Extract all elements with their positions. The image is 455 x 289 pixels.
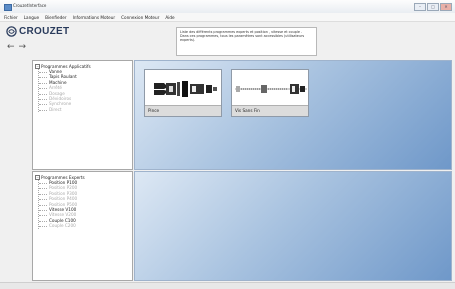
application-window: CrouzetInterface – □ ✕ Fichier Langue Bi…	[0, 0, 455, 289]
menu-connexion-moteur[interactable]: Connexion Moteur	[121, 13, 159, 21]
collapse-toggle-icon[interactable]: −	[35, 175, 40, 180]
applications-content-area: Pince Vis Sans Fin	[134, 60, 452, 170]
gripper-image	[146, 71, 220, 106]
worm-screw-image	[233, 71, 307, 106]
crouzet-logo-icon	[6, 26, 17, 37]
tree-item[interactable]: Couple C200	[39, 223, 130, 228]
menu-bienfieder[interactable]: Bienfieder	[45, 13, 66, 21]
program-card-vis-sans-fin[interactable]: Vis Sans Fin	[231, 69, 309, 117]
description-line-2: Dans ces programmes, tous les paramètres…	[180, 34, 305, 43]
window-title: CrouzetInterface	[13, 3, 47, 8]
menu-bar: Fichier Langue Bienfieder Informations M…	[0, 13, 455, 22]
brand-logo: CROUZET	[6, 26, 69, 37]
maximize-button[interactable]: □	[427, 3, 439, 11]
experts-tree: − Programmes Experts Position P100 Positi…	[33, 172, 132, 231]
navigation-arrows: ← →	[7, 42, 26, 52]
experts-content-area	[134, 171, 452, 281]
collapse-toggle-icon[interactable]: −	[35, 64, 40, 69]
applications-tree: − Programmes Applicatifs Vanne Tapis Roul…	[33, 61, 132, 114]
menu-aide[interactable]: Aide	[165, 13, 174, 21]
arrow-right-icon[interactable]: →	[19, 42, 27, 52]
menu-fichier[interactable]: Fichier	[4, 13, 18, 21]
apps-list: Vanne Tapis Roulant Machine Arrêté Dosage Dév…	[38, 69, 130, 113]
brand-name: CROUZET	[19, 26, 70, 37]
card-label: Pince	[145, 105, 221, 116]
applications-tree-panel: − Programmes Applicatifs Vanne Tapis Roul…	[32, 60, 133, 170]
arrow-left-icon[interactable]: ←	[7, 42, 15, 52]
experts-list: Position P100 Position P200 Position P300 P…	[38, 180, 130, 229]
tree-item[interactable]: Direct	[39, 107, 130, 112]
card-label: Vis Sans Fin	[232, 105, 308, 116]
experts-tree-panel: − Programmes Experts Position P100 Positi…	[32, 171, 133, 281]
close-button[interactable]: ✕	[440, 3, 452, 11]
menu-langue[interactable]: Langue	[24, 13, 39, 21]
minimize-button[interactable]: –	[414, 3, 426, 11]
program-card-pince[interactable]: Pince	[144, 69, 222, 117]
description-box: Liste des différents programmes experts …	[176, 27, 317, 56]
window-controls: – □ ✕	[414, 3, 452, 11]
title-bar: CrouzetInterface – □ ✕	[0, 0, 455, 14]
app-icon	[4, 4, 12, 11]
menu-informations-moteur[interactable]: Informations Moteur	[73, 13, 116, 21]
